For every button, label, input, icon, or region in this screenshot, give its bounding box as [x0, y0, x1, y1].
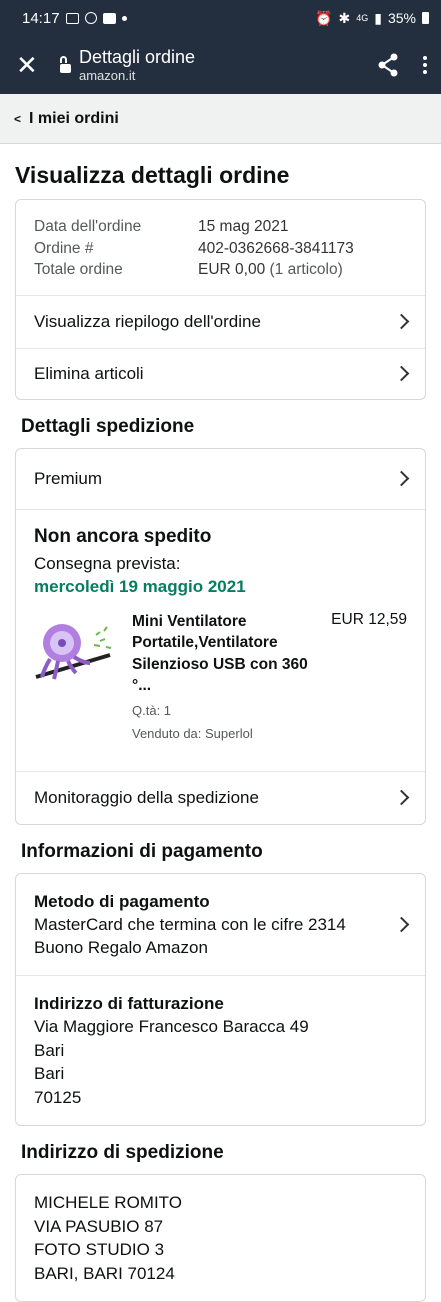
payment-card: Metodo di pagamento MasterCard che termi…: [15, 872, 426, 1126]
more-options-icon[interactable]: [423, 56, 427, 74]
chevron-right-icon: [393, 365, 410, 382]
status-time: 14:17: [22, 9, 60, 27]
battery-icon: [422, 12, 429, 24]
billing-address-label: Indirizzo di fatturazione: [34, 993, 224, 1013]
page-title: Visualizza dettagli ordine: [15, 162, 290, 188]
product-name[interactable]: Mini Ventilatore Portatile,Ventilatore S…: [132, 611, 321, 697]
delivery-address-line: FOTO STUDIO 3: [34, 1240, 165, 1259]
billing-address-line: 70125: [34, 1087, 82, 1107]
breadcrumb[interactable]: < I miei ordini: [0, 94, 441, 144]
browser-app-bar: ✕ Dettagli ordine amazon.it: [0, 36, 441, 94]
chevron-right-icon: [393, 313, 410, 330]
bluetooth-icon: ✱: [338, 9, 351, 26]
delivery-address-card: MICHELE ROMITO VIA PASUBIO 87 FOTO STUDI…: [15, 1174, 426, 1302]
main-content: Visualizza dettagli ordine Data dell'ord…: [0, 144, 441, 1302]
delivery-address-line: VIA PASUBIO 87: [34, 1216, 164, 1236]
billing-address-line: Bari: [34, 1040, 65, 1060]
order-total-value: EUR 0,00: [198, 261, 266, 278]
product-quantity: Q.tà: 1: [132, 702, 172, 718]
product-seller: Venduto da: Superlol: [132, 725, 253, 741]
gallery-icon: [65, 12, 79, 24]
order-info: Data dell'ordine 15 mag 2021 Ordine # 402-…: [16, 200, 425, 295]
signal-icon: ▮: [374, 9, 382, 26]
delete-items-link[interactable]: Elimina articoli: [16, 347, 425, 399]
tracking-label: Monitoraggio della spedizione: [34, 787, 259, 807]
page-title-block: Dettagli ordine amazon.it: [79, 47, 195, 83]
chat-icon: [102, 12, 116, 24]
shipping-heading: Dettagli spedizione: [21, 415, 195, 437]
shipping-card: Premium Non ancora spedito Consegna prev…: [15, 447, 426, 825]
shipment-block: Non ancora spedito Consegna prevista: me…: [16, 508, 425, 771]
delivery-date: mercoledì 19 maggio 2021: [34, 576, 246, 596]
order-date-value: 15 mag 2021: [198, 218, 289, 235]
payment-method-giftcard: Buono Regalo Amazon: [34, 937, 208, 957]
view-order-summary-link[interactable]: Visualizza riepilogo dell'ordine: [16, 294, 425, 348]
billing-address-block: Indirizzo di fatturazione Via Maggiore F…: [16, 974, 425, 1126]
payment-heading: Informazioni di pagamento: [21, 840, 263, 862]
delivery-label: Consegna prevista:: [34, 553, 181, 573]
order-summary-card: Data dell'ordine 15 mag 2021 Ordine # 402-…: [15, 199, 426, 400]
order-total-label: Totale ordine: [34, 261, 123, 278]
app-bar-domain: amazon.it: [79, 68, 136, 83]
chevron-left-icon: <: [14, 111, 22, 126]
network-type: 4G: [356, 13, 369, 23]
app-bar-title: Dettagli ordine: [79, 47, 196, 67]
shipping-service-row[interactable]: Premium: [16, 449, 425, 509]
billing-address-line: Via Maggiore Francesco Baracca 49: [34, 1017, 309, 1036]
product-price: EUR 12,59: [331, 610, 407, 628]
status-bar: 14:17 ⏰ ✱ 4G ▮ 35%: [0, 0, 441, 36]
breadcrumb-label[interactable]: I miei ordini: [29, 110, 119, 128]
product-image[interactable]: [34, 619, 116, 687]
share-icon[interactable]: [377, 53, 399, 77]
order-number-value: 402-0362668-3841173: [198, 239, 354, 257]
order-number-label: Ordine #: [34, 239, 94, 257]
battery-level: 35%: [387, 10, 416, 26]
order-item[interactable]: Mini Ventilatore Portatile,Ventilatore S…: [16, 597, 425, 771]
chevron-right-icon: [393, 470, 410, 487]
close-icon[interactable]: ✕: [16, 52, 46, 78]
tracking-link[interactable]: Monitoraggio della spedizione: [16, 770, 425, 824]
shipping-service: Premium: [34, 468, 103, 488]
payment-method-row[interactable]: Metodo di pagamento MasterCard che termi…: [16, 874, 425, 975]
shipment-status: Non ancora spedito: [34, 525, 212, 547]
delivery-address-heading: Indirizzo di spedizione: [21, 1142, 224, 1163]
billing-address-line: Bari: [34, 1064, 65, 1083]
lock-icon: [60, 55, 71, 73]
delete-items-label: Elimina articoli: [34, 363, 144, 383]
payment-method-label: Metodo di pagamento: [34, 891, 210, 911]
whatsapp-icon: [84, 12, 97, 24]
order-item-count: (1 articolo): [269, 261, 343, 278]
notification-dot-icon: [121, 15, 127, 21]
delivery-address-line: MICHELE ROMITO: [34, 1193, 182, 1212]
view-order-summary-label: Visualizza riepilogo dell'ordine: [34, 311, 261, 331]
alarm-icon: ⏰: [315, 9, 333, 26]
chevron-right-icon: [393, 916, 410, 932]
payment-method-card: MasterCard che termina con le cifre 2314: [34, 914, 346, 934]
chevron-right-icon: [393, 789, 410, 806]
order-date-label: Data dell'ordine: [34, 218, 142, 235]
delivery-address: MICHELE ROMITO VIA PASUBIO 87 FOTO STUDI…: [16, 1175, 425, 1301]
